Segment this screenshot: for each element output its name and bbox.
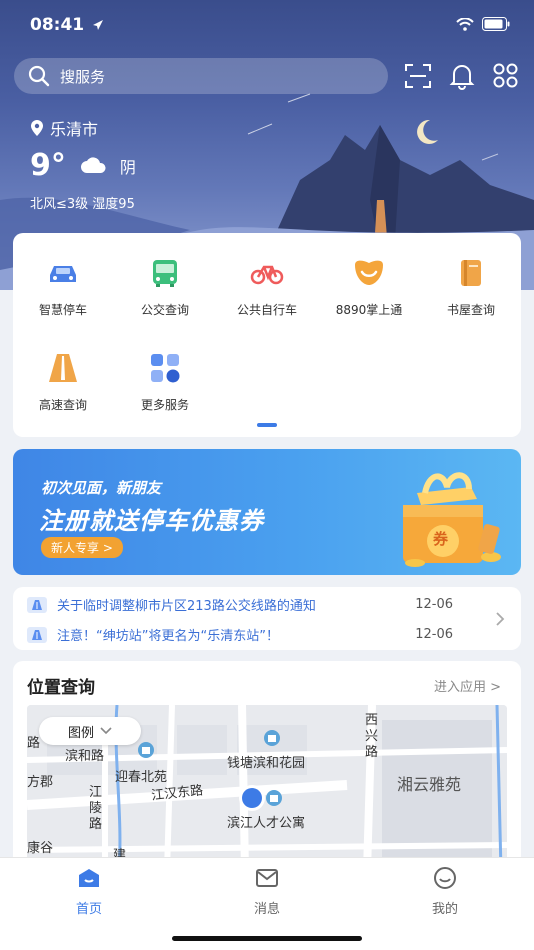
location-arrow-icon — [93, 20, 103, 30]
newcomer-button[interactable]: 新人专享 > — [41, 537, 123, 558]
notice-text: 注意！“绅坊站”将更名为“乐清东站”！ — [57, 629, 279, 644]
weather-condition: 阴 — [119, 157, 136, 177]
service-more[interactable]: 更多服务 — [115, 350, 215, 413]
banner-title: 注册就送停车优惠券 — [39, 507, 264, 535]
book-icon — [461, 260, 481, 286]
bicycle-icon — [250, 265, 284, 285]
wifi-icon — [456, 17, 474, 31]
services-grid: 智慧停车 公交查询 公共自行车 8890掌上通 书屋查询 高速查询 更多服务 — [13, 233, 521, 437]
gift-box-illustration — [403, 472, 501, 567]
notice-date: 12-06 — [415, 627, 453, 642]
apps-grid-icon[interactable] — [492, 62, 520, 90]
service-smart-parking[interactable]: 智慧停车 — [13, 255, 113, 318]
map-label: 滨江人才公寓 — [227, 816, 306, 831]
service-label: 智慧停车 — [38, 303, 87, 317]
legend-label: 图例 — [67, 725, 94, 741]
map-label: 滨和路 — [65, 749, 105, 764]
coupon-label: 券 — [433, 530, 449, 548]
service-label: 公共自行车 — [236, 303, 297, 317]
grid-icon — [151, 354, 180, 383]
battery-icon — [482, 17, 510, 31]
promo-banner[interactable]: 初次见面，新朋友 注册就送停车优惠券 新人专享 > 券 — [13, 449, 521, 575]
bell-icon[interactable] — [448, 62, 476, 90]
service-public-bike[interactable]: 公共自行车 — [217, 255, 317, 318]
chevron-right-icon[interactable] — [495, 611, 505, 627]
poi-pin-icon — [264, 730, 280, 746]
map-label: 江陵路 — [89, 785, 103, 832]
wind-humidity: 北风≤3级 湿度95 — [30, 197, 135, 212]
service-highway-query[interactable]: 高速查询 — [13, 350, 113, 413]
tab-profile[interactable]: 我的 — [405, 866, 485, 917]
legend-dropdown[interactable]: 图例 — [39, 717, 141, 745]
tab-messages[interactable]: 消息 — [227, 866, 307, 917]
location-pin-icon — [31, 120, 43, 136]
section-title: 位置查询 — [27, 678, 95, 698]
service-bookhouse[interactable]: 书屋查询 — [421, 255, 521, 318]
mail-icon — [256, 869, 278, 887]
location-section: 位置查询 进入应用 > 图例 路 滨和路 迎春北苑 方郡 钱塘滨和花园 江汉东路 — [13, 661, 521, 871]
notice-list: 关于临时调整柳市片区213路公交线路的通知 12-06 注意！“绅坊站”将更名为… — [13, 587, 521, 650]
home-icon — [79, 869, 99, 887]
road-icon — [27, 626, 47, 643]
car-icon — [50, 266, 76, 282]
notice-text: 关于临时调整柳市片区213路公交线路的通知 — [57, 599, 316, 614]
map-label: 康谷 — [27, 841, 54, 856]
current-location-marker — [239, 785, 265, 811]
map-label: 湘云雅苑 — [397, 775, 462, 794]
smiley-profile-icon — [434, 867, 456, 889]
search-placeholder: 搜服务 — [60, 67, 106, 86]
scan-icon[interactable] — [404, 62, 432, 90]
service-label: 更多服务 — [140, 398, 189, 412]
tab-label: 我的 — [431, 902, 458, 917]
road-icon — [27, 596, 47, 613]
status-time: 08:41 — [30, 15, 85, 35]
city-label: 乐清市 — [50, 120, 99, 139]
smile-icon — [355, 260, 383, 285]
poi-pin-icon — [266, 790, 282, 806]
tab-home[interactable]: 首页 — [49, 866, 129, 917]
page-indicator — [257, 423, 277, 427]
banner-subtitle: 初次见面，新朋友 — [41, 479, 162, 497]
poi-pin-icon — [138, 742, 154, 758]
highway-icon — [49, 354, 77, 382]
service-8890[interactable]: 8890掌上通 — [319, 255, 419, 318]
service-label: 书屋查询 — [446, 303, 495, 317]
service-label: 公交查询 — [140, 303, 189, 317]
search-icon — [28, 65, 50, 87]
tab-label: 首页 — [75, 902, 102, 917]
enter-app-link[interactable]: 进入应用 > — [434, 676, 501, 695]
search-input[interactable]: 搜服务 — [14, 58, 388, 94]
service-bus-query[interactable]: 公交查询 — [115, 255, 215, 318]
notice-item[interactable]: 关于临时调整柳市片区213路公交线路的通知 12-06 — [27, 595, 497, 614]
status-bar: 08:41 — [0, 0, 534, 50]
chevron-down-icon — [100, 727, 112, 735]
map-label: 路 — [27, 736, 41, 751]
map-view[interactable]: 图例 路 滨和路 迎春北苑 方郡 钱塘滨和花园 江汉东路 江陵路 滨江人才公寓 … — [27, 705, 507, 871]
map-label: 西兴路 — [365, 713, 379, 760]
notice-date: 12-06 — [415, 597, 453, 612]
service-label: 高速查询 — [38, 398, 87, 412]
weather-widget[interactable]: 乐清市 9° 阴 北风≤3级 湿度95 — [30, 116, 136, 212]
map-label: 方郡 — [27, 775, 54, 790]
home-indicator — [172, 936, 362, 941]
service-label: 8890掌上通 — [335, 303, 403, 317]
map-label: 迎春北苑 — [115, 770, 168, 785]
cloud-icon — [80, 156, 106, 173]
bus-icon — [153, 260, 177, 287]
map-label: 钱塘滨和花园 — [227, 756, 306, 771]
notice-item[interactable]: 注意！“绅坊站”将更名为“乐清东站”！ 12-06 — [27, 625, 497, 644]
tab-label: 消息 — [253, 902, 280, 917]
temperature: 9° — [30, 148, 66, 183]
